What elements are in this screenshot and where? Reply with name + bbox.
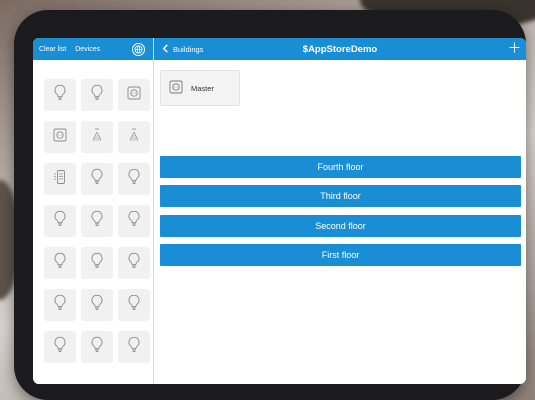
floor-button-fourth[interactable]: Fourth floor	[160, 156, 521, 178]
floor-button-second[interactable]: Second floor	[160, 215, 521, 237]
bulb-icon	[90, 84, 104, 107]
device-tile[interactable]	[81, 205, 113, 237]
devices-sidebar: Clear list Devices	[33, 38, 154, 384]
main-header: Buildings $AppStoreDemo	[154, 38, 526, 60]
master-room-card[interactable]: Master	[160, 70, 240, 106]
app-screen: Clear list Devices Buildings $AppStoreDe…	[33, 38, 526, 384]
device-tile[interactable]	[81, 331, 113, 363]
bulb-icon	[53, 210, 67, 233]
back-button[interactable]: Buildings	[154, 43, 204, 55]
bulb-icon	[53, 336, 67, 359]
device-tile[interactable]	[118, 247, 150, 279]
device-tile[interactable]	[81, 289, 113, 321]
device-tile[interactable]	[44, 331, 76, 363]
plus-icon[interactable]	[509, 41, 520, 55]
back-label: Buildings	[173, 44, 204, 54]
chevron-left-icon	[162, 43, 169, 55]
bulb-icon	[53, 294, 67, 317]
bulb-icon	[127, 294, 141, 317]
sidebar-header: Clear list Devices	[33, 38, 153, 60]
bulb-icon	[90, 168, 104, 191]
shutter-icon	[53, 169, 67, 190]
device-tile[interactable]	[44, 121, 76, 153]
socket-icon	[53, 128, 67, 147]
device-tile[interactable]	[118, 163, 150, 195]
clear-list-button[interactable]: Clear list	[39, 46, 66, 53]
bulb-icon	[127, 168, 141, 191]
socket-icon	[169, 80, 183, 96]
bulb-icon	[90, 210, 104, 233]
device-tile[interactable]	[118, 289, 150, 321]
page-title: $AppStoreDemo	[302, 43, 378, 55]
floor-button-first[interactable]: First floor	[160, 244, 521, 266]
bulb-icon	[127, 252, 141, 275]
device-grid	[44, 79, 150, 363]
device-tile[interactable]	[81, 247, 113, 279]
device-tile[interactable]	[81, 121, 113, 153]
dimmer-icon	[90, 127, 104, 148]
device-tile[interactable]	[44, 79, 76, 111]
bulb-icon	[90, 252, 104, 275]
socket-icon	[127, 86, 141, 105]
bulb-icon	[127, 210, 141, 233]
dimmer-icon	[127, 127, 141, 148]
devices-tab[interactable]: Devices	[75, 46, 100, 53]
device-tile[interactable]	[81, 79, 113, 111]
bulb-icon	[127, 336, 141, 359]
globe-icon[interactable]	[132, 42, 145, 56]
device-tile[interactable]	[44, 289, 76, 321]
device-tile[interactable]	[118, 205, 150, 237]
device-tile[interactable]	[44, 205, 76, 237]
device-tile[interactable]	[118, 121, 150, 153]
device-tile[interactable]	[44, 163, 76, 195]
bulb-icon	[53, 252, 67, 275]
master-label: Master	[191, 83, 214, 93]
bulb-icon	[90, 294, 104, 317]
device-tile[interactable]	[118, 331, 150, 363]
device-tile[interactable]	[44, 247, 76, 279]
bulb-icon	[90, 336, 104, 359]
device-tile[interactable]	[81, 163, 113, 195]
floor-button-third[interactable]: Third floor	[160, 185, 521, 207]
device-tile[interactable]	[118, 79, 150, 111]
bulb-icon	[53, 84, 67, 107]
buildings-panel: Buildings $AppStoreDemo Master Fourth fl…	[154, 38, 526, 384]
